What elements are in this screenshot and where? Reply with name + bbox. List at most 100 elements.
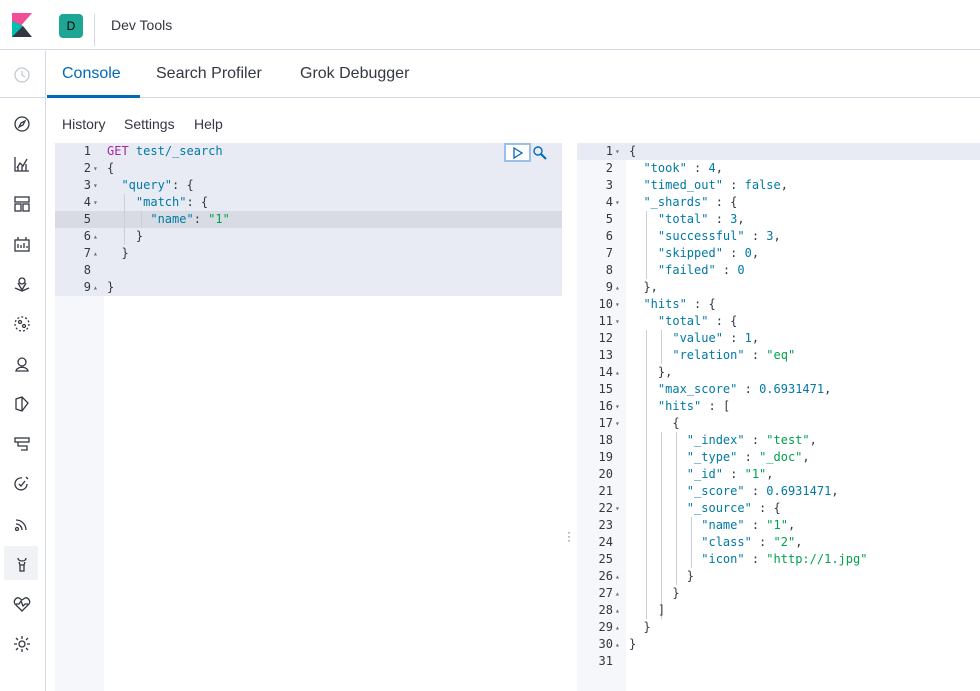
canvas-icon[interactable] [12, 234, 32, 254]
fold-close-icon[interactable]: ▴ [615, 364, 620, 381]
code-line[interactable]: 12 "value" : 1, [577, 330, 980, 347]
run-request-button[interactable] [504, 143, 531, 162]
kibana-logo-icon[interactable] [12, 13, 32, 37]
code-line[interactable]: 9 ▴} [55, 279, 562, 296]
code-line[interactable]: 3 ▾ "query": { [55, 177, 562, 194]
monitoring-icon[interactable] [12, 594, 32, 614]
fold-open-icon[interactable]: ▾ [615, 313, 620, 330]
tab-grok-debugger[interactable]: Grok Debugger [300, 65, 409, 83]
code-line[interactable]: 26 ▴ } [577, 568, 980, 585]
pane-resizer-handle[interactable]: · · · [565, 526, 573, 546]
code-line[interactable]: 20 "_id" : "1", [577, 466, 980, 483]
fold-open-icon[interactable]: ▾ [93, 177, 98, 194]
help-link[interactable]: Help [194, 116, 223, 132]
code-line[interactable]: 27 ▴ } [577, 585, 980, 602]
code-line[interactable]: 10 ▾ "hits" : { [577, 296, 980, 313]
fold-close-icon[interactable]: ▴ [615, 636, 620, 653]
code-token: "total" [657, 212, 709, 226]
fold-open-icon[interactable]: ▾ [615, 296, 620, 313]
code-line[interactable]: 15 "max_score" : 0.6931471, [577, 381, 980, 398]
fold-close-icon[interactable]: ▴ [93, 279, 98, 296]
fold-open-icon[interactable]: ▾ [93, 194, 98, 211]
code-line[interactable]: 5 "total" : 3, [577, 211, 980, 228]
wrench-icon[interactable] [532, 145, 548, 161]
code-token: GET [107, 144, 129, 158]
uptime-icon[interactable] [12, 474, 32, 494]
fold-close-icon[interactable]: ▴ [615, 619, 620, 636]
code-line[interactable]: 4 ▾ "match": { [55, 194, 562, 211]
code-line[interactable]: 23 "name" : "1", [577, 517, 980, 534]
visualize-icon[interactable] [12, 154, 32, 174]
code-line[interactable]: 31 [577, 653, 980, 670]
play-icon [512, 146, 523, 159]
code-line[interactable]: 8 "failed" : 0 [577, 262, 980, 279]
fold-open-icon[interactable]: ▾ [615, 194, 620, 211]
code-line[interactable]: 2 ▾ { [55, 160, 562, 177]
fold-open-icon[interactable]: ▾ [615, 500, 620, 517]
management-icon[interactable] [12, 634, 32, 654]
request-editor[interactable]: 1 GET test/_search 2 ▾{3 ▾ "query": {4 ▾ "mat… [55, 143, 562, 691]
fold-open-icon[interactable]: ▾ [615, 143, 620, 160]
fold-close-icon[interactable]: ▴ [615, 585, 620, 602]
code-line[interactable]: 28 ▴ ] [577, 602, 980, 619]
history-link[interactable]: History [62, 116, 106, 132]
fold-close-icon[interactable]: ▴ [615, 602, 620, 619]
clock-icon[interactable] [12, 65, 32, 85]
code-line[interactable]: 19 "_type" : "_doc", [577, 449, 980, 466]
dev-tools-icon[interactable] [12, 554, 32, 574]
code-line[interactable]: 24 "class" : "2", [577, 534, 980, 551]
dashboard-icon[interactable] [12, 194, 32, 214]
code-line[interactable]: 25 "icon" : "http://1.jpg" [577, 551, 980, 568]
fold-close-icon[interactable]: ▴ [615, 568, 620, 585]
tab-search-profiler[interactable]: Search Profiler [156, 65, 262, 83]
code-line[interactable]: 7 "skipped" : 0, [577, 245, 980, 262]
code-line[interactable]: 16 ▾ "hits" : [ [577, 398, 980, 415]
code-line[interactable]: 14 ▴ }, [577, 364, 980, 381]
logs-icon[interactable] [12, 434, 32, 454]
code-line[interactable]: 3 "timed_out" : false, [577, 177, 980, 194]
code-text: "timed_out" : false, [629, 177, 788, 194]
settings-link[interactable]: Settings [124, 116, 175, 132]
code-line[interactable]: 22 ▾ "_source" : { [577, 500, 980, 517]
code-text: } [107, 245, 129, 262]
code-line[interactable]: 7 ▴ } [55, 245, 562, 262]
code-line[interactable]: 8 [55, 262, 562, 279]
code-line[interactable]: 4 ▾ "_shards" : { [577, 194, 980, 211]
maps-icon[interactable] [12, 274, 32, 294]
tab-console[interactable]: Console [62, 65, 121, 83]
line-number: 9 [605, 280, 613, 294]
fold-open-icon[interactable]: ▾ [93, 160, 98, 177]
fold-close-icon[interactable]: ▴ [93, 245, 98, 262]
code-line[interactable]: 29 ▴ } [577, 619, 980, 636]
fold-open-icon[interactable]: ▾ [615, 398, 620, 415]
siem-icon[interactable] [12, 514, 32, 534]
fold-close-icon[interactable]: ▴ [615, 279, 620, 296]
fold-open-icon[interactable]: ▾ [615, 415, 620, 432]
graph-icon[interactable] [12, 354, 32, 374]
code-line[interactable]: 11 ▾ "total" : { [577, 313, 980, 330]
code-line[interactable]: 1 ▾ { [577, 143, 980, 160]
code-line[interactable]: 6 "successful" : 3, [577, 228, 980, 245]
code-token: } [629, 569, 695, 583]
code-line[interactable]: 17 ▾ { [577, 415, 980, 432]
code-line[interactable]: 1 GET test/_search [55, 143, 562, 160]
code-line[interactable]: 13 "relation" : "eq" [577, 347, 980, 364]
code-text: } [629, 636, 636, 653]
code-line[interactable]: 21 "_score" : 0.6931471, [577, 483, 980, 500]
code-line[interactable]: 18 "_index" : "test", [577, 432, 980, 449]
code-line[interactable]: 5 "name": "1" [55, 211, 562, 228]
code-line[interactable]: 2 "took" : 4, [577, 160, 980, 177]
code-line[interactable]: 6 ▴ } [55, 228, 562, 245]
space-avatar[interactable]: D [59, 14, 83, 38]
code-line[interactable]: 9 ▴ }, [577, 279, 980, 296]
code-token: } [107, 246, 129, 260]
ml-icon[interactable] [12, 314, 32, 334]
code-line[interactable]: 30 ▴} [577, 636, 980, 653]
discover-icon[interactable] [12, 114, 32, 134]
fold-close-icon[interactable]: ▴ [93, 228, 98, 245]
response-viewer[interactable]: 1 ▾{2 "took" : 4, 3 "timed_out" : false, 4 ▾… [577, 143, 980, 691]
apm-icon[interactable] [12, 394, 32, 414]
